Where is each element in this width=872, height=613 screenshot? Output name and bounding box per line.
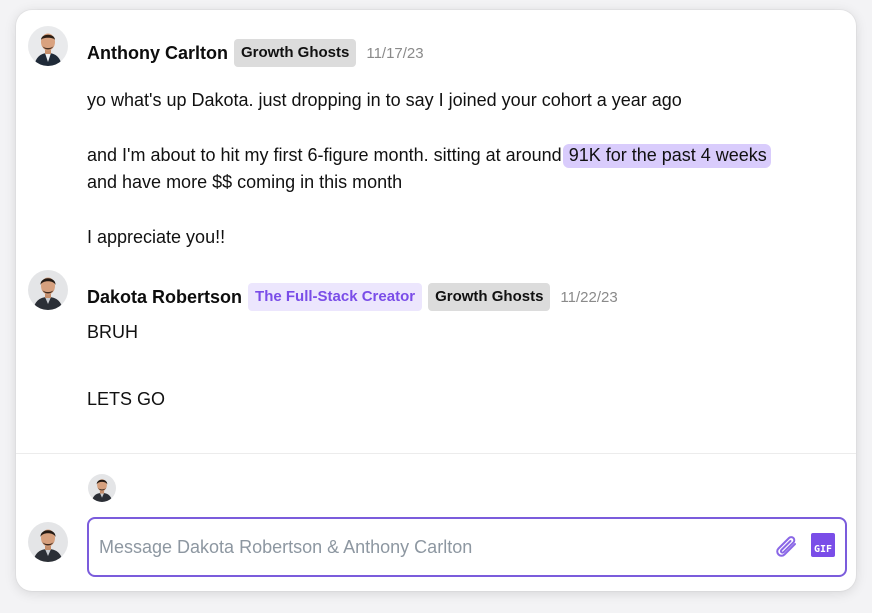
message-input[interactable] [99, 531, 749, 563]
role-badge-full-stack-creator: The Full-Stack Creator [248, 283, 423, 311]
role-badge-growth-ghosts: Growth Ghosts [234, 39, 357, 67]
highlighted-text: 91K for the past 4 weeks [562, 144, 771, 168]
message-header: Dakota Robertson The Full-Stack Creator … [87, 282, 618, 312]
current-user-avatar [28, 522, 68, 562]
author-name[interactable]: Anthony Carlton [87, 43, 228, 64]
gif-icon[interactable]: GIF [811, 533, 835, 557]
role-badge-growth-ghosts: Growth Ghosts [428, 283, 551, 311]
message-text-line: I appreciate you!! [87, 227, 226, 247]
message-header: Anthony Carlton Growth Ghosts 11/17/23 [87, 38, 424, 68]
typing-indicator-avatar [88, 474, 116, 502]
message-text-line: and have more $$ coming in this month [87, 172, 403, 192]
paperclip-icon[interactable] [771, 531, 801, 561]
message-text-segment: and I'm about to hit my first 6-figure m… [87, 145, 562, 165]
avatar-dakota-robertson[interactable] [28, 270, 68, 310]
message-text-line: BRUH [87, 322, 139, 342]
message-timestamp: 11/17/23 [366, 44, 424, 62]
chat-thread: Anthony Carlton Growth Ghosts 11/17/23 y… [16, 10, 856, 591]
message-text-line: yo what's up Dakota. just dropping in to… [87, 90, 682, 110]
avatar-anthony-carlton[interactable] [28, 26, 68, 66]
composer-divider [16, 453, 856, 454]
message-timestamp: 11/22/23 [560, 288, 618, 306]
author-name[interactable]: Dakota Robertson [87, 287, 242, 308]
message-text-line: and I'm about to hit my first 6-figure m… [87, 142, 771, 168]
message-composer: GIF [87, 517, 847, 577]
message-text-line: LETS GO [87, 389, 166, 409]
